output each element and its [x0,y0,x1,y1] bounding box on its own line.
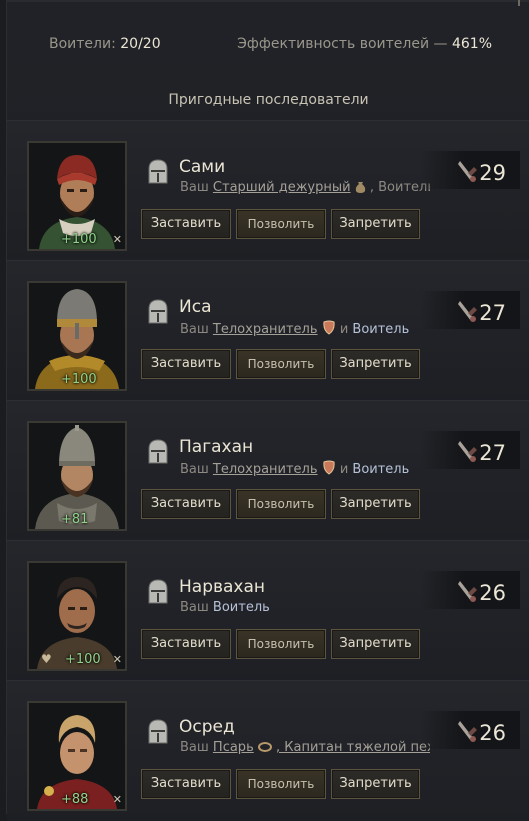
warriors-count: Воители: 20/20 [49,36,161,52]
follower-row: ♥ +100 ✕ Нарвахан Ваш Воитель 26 Застави [7,540,529,681]
prowess-value: 27 [479,301,506,325]
prowess-icon [458,301,477,322]
forbid-button[interactable]: Запретить [331,489,420,519]
allow-button[interactable]: Позволить [236,769,326,799]
shield-icon [322,320,336,339]
follower-roles: Ваш Старший дежурный , Воитель и ... [180,180,430,197]
follower-row: +100 ✕ Сами Ваш Старший дежурный , Воите… [7,120,529,261]
portrait[interactable]: +88 ✕ [27,701,127,811]
warrior-efficiency-label: Эффективность воителей — [237,36,448,52]
crossed-swords-icon: ✕ [112,793,122,806]
heart-icon: ♥ [41,652,52,666]
scrollbar-nub[interactable] [518,0,520,6]
knight-helmet-icon [148,299,168,324]
role-warrior: Воитель [352,322,410,337]
opinion-value: +100 [65,652,101,667]
role-conjunction: и [339,462,349,477]
role-warrior: Воитель [212,600,270,615]
role-link[interactable]: Телохранитель [213,462,318,477]
panel-top-border [7,0,529,2]
sack-icon [355,180,366,197]
role-rest[interactable]: , Капитан тяжелой пехот ... [276,740,430,755]
warrior-efficiency: Эффективность воителей — 461% [237,36,492,52]
force-button[interactable]: Заставить [141,629,231,659]
prowess-icon [458,581,477,602]
warriors-count-value: 20/20 [120,36,161,52]
role-prefix: Ваш [180,462,209,477]
follower-name[interactable]: Осред [179,717,235,737]
follower-row: +81 Пагахан Ваш Телохранитель и Воитель [7,400,529,541]
portrait[interactable]: +100 [27,281,127,391]
knight-helmet-icon [148,579,168,604]
follower-roles: Ваш Воитель [180,600,430,615]
prowess-value: 29 [479,161,506,185]
force-button[interactable]: Заставить [141,209,231,239]
forbid-button[interactable]: Запретить [331,769,420,799]
forbid-button[interactable]: Запретить [331,209,420,239]
knight-helmet-icon [148,159,168,184]
force-button[interactable]: Заставить [141,769,231,799]
force-button[interactable]: Заставить [141,349,231,379]
prowess-value: 27 [479,441,506,465]
knight-helmet-icon [148,719,168,744]
warrior-efficiency-value: 461% [451,36,492,52]
force-button[interactable]: Заставить [141,489,231,519]
role-conjunction: и [339,322,349,337]
role-prefix: Ваш [180,600,209,615]
warriors-panel: Воители: 20/20 Эффективность воителей — … [6,0,529,821]
follower-row: +88 ✕ Осред Ваш Псарь , Капитан тяжелой … [7,680,529,821]
prowess-icon [458,721,477,742]
section-title: Пригодные последователи [168,92,369,108]
prowess-icon [458,161,477,182]
allow-button[interactable]: Позволить [236,349,326,379]
follower-name[interactable]: Сами [179,157,225,177]
crossed-swords-icon: ✕ [112,233,122,246]
allow-button[interactable]: Позволить [236,209,326,239]
follower-roles: Ваш Телохранитель и Воитель [180,460,430,479]
forbid-button[interactable]: Запретить [331,349,420,379]
forbid-button[interactable]: Запретить [331,629,420,659]
follower-name[interactable]: Нарвахан [179,577,265,597]
follower-roles: Ваш Телохранитель и Воитель [180,320,430,339]
prowess-value: 26 [479,721,506,745]
portrait[interactable]: +81 [27,421,127,531]
allow-button[interactable]: Позволить [236,489,326,519]
role-link[interactable]: Старший дежурный [213,180,351,195]
follower-name[interactable]: Иса [179,297,211,317]
warriors-count-label: Воители: [49,36,116,52]
opinion-value: +100 [61,232,97,247]
summary-bar: Воители: 20/20 Эффективность воителей — … [7,36,529,58]
role-link[interactable]: Телохранитель [213,322,318,337]
follower-row: +100 Иса Ваш Телохранитель и Воитель 27 … [7,260,529,401]
allow-button[interactable]: Позволить [236,629,326,659]
role-prefix: Ваш [180,740,209,755]
role-link[interactable]: Псарь [213,740,254,755]
role-prefix: Ваш [180,180,209,195]
opinion-value: +88 [61,792,89,807]
knight-helmet-icon [148,439,168,464]
role-prefix: Ваш [180,322,209,337]
crossed-swords-icon: ✕ [112,653,122,666]
prowess-icon [458,441,477,462]
follower-roles: Ваш Псарь , Капитан тяжелой пехот ... [180,740,430,757]
role-warrior: Воитель [352,462,410,477]
follower-name[interactable]: Пагахан [179,437,253,457]
prowess-value: 26 [479,581,506,605]
opinion-value: +81 [61,512,89,527]
portrait[interactable]: ♥ +100 ✕ [27,561,127,671]
portrait[interactable]: +100 ✕ [27,141,127,251]
leash-icon [257,741,272,757]
opinion-value: +100 [61,372,97,387]
shield-icon [322,460,336,479]
